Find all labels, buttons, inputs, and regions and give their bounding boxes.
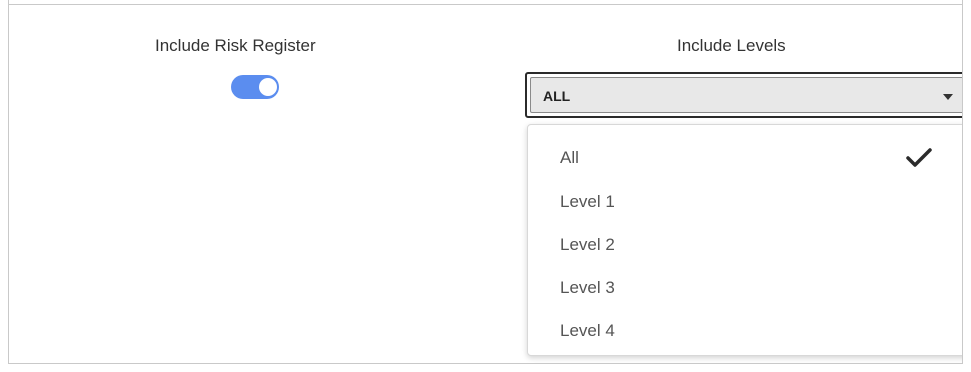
option-label: Level 1: [560, 192, 615, 211]
levels-dropdown-menu: All Level 1 Level 2 Level 3 Level 4: [527, 124, 962, 356]
levels-select[interactable]: ALL: [525, 72, 962, 118]
levels-selected-value: ALL: [543, 88, 571, 104]
level-option-1[interactable]: Level 1: [528, 181, 962, 221]
level-option-4[interactable]: Level 4: [528, 310, 962, 350]
risk-register-label: Include Risk Register: [155, 36, 316, 55]
option-label: Level 4: [560, 321, 615, 340]
chevron-down-icon: [943, 94, 953, 100]
option-label: Level 2: [560, 235, 615, 254]
option-label: All: [560, 148, 579, 167]
include-levels-label: Include Levels: [677, 36, 786, 55]
risk-register-toggle[interactable]: [231, 75, 279, 99]
level-option-all[interactable]: All: [528, 137, 962, 177]
settings-panel: Include Risk Register Include Levels ALL…: [8, 0, 963, 364]
divider: [9, 4, 962, 5]
level-option-3[interactable]: Level 3: [528, 267, 962, 307]
toggle-knob: [259, 78, 277, 96]
checkmark-icon: [906, 148, 932, 167]
levels-select-field[interactable]: ALL: [530, 77, 962, 113]
option-label: Level 3: [560, 278, 615, 297]
level-option-2[interactable]: Level 2: [528, 224, 962, 264]
